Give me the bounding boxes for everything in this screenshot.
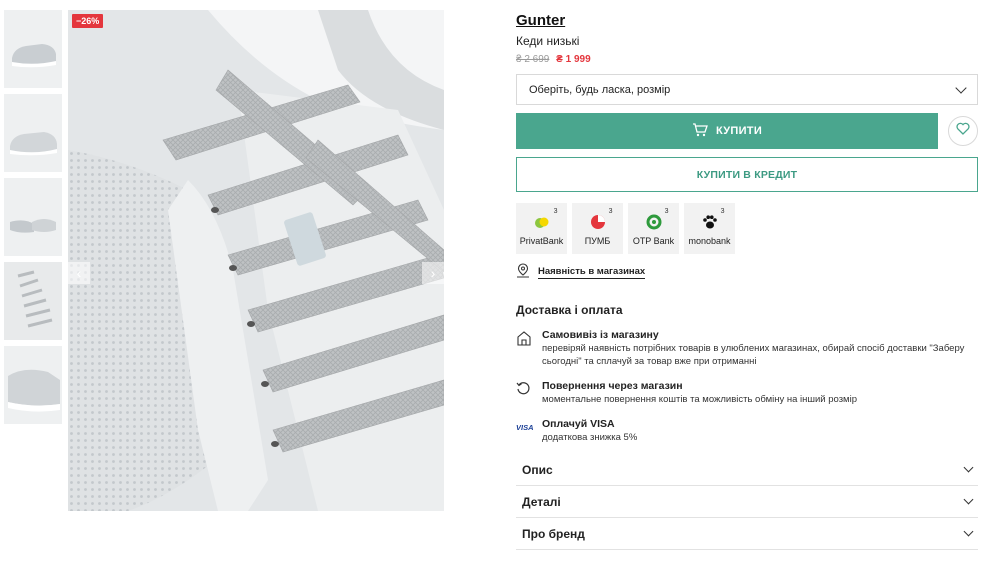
monobank-paw-icon: 3: [702, 208, 725, 232]
accordion-description[interactable]: Опис: [516, 454, 978, 486]
accordion-label: Про бренд: [522, 526, 585, 541]
chevron-down-icon: [963, 494, 974, 505]
privatbank-logo-icon: 3: [533, 208, 558, 232]
previous-image-arrow-icon[interactable]: ‹: [68, 262, 90, 284]
thumbnail-1[interactable]: [4, 10, 62, 88]
installments-count: 3: [664, 207, 669, 215]
bank-installments: 3 PrivatBank 3 ПУМБ 3 OTP Bank 3 monoban…: [516, 203, 978, 254]
sale-price: ₴ 1 999: [556, 54, 591, 65]
accordion-about-brand[interactable]: Про бренд: [516, 518, 978, 550]
accordion-label: Опис: [522, 462, 553, 477]
product-type: Кеди низькі: [516, 34, 580, 48]
buy-button[interactable]: КУПИТИ: [516, 113, 938, 149]
delivery-title: Доставка і оплата: [516, 303, 623, 317]
bank-name: OTP Bank: [632, 235, 675, 246]
delivery-item-return: Повернення через магазин моментальне пов…: [516, 380, 978, 406]
thumbnail-4[interactable]: [4, 262, 62, 340]
accordion-details[interactable]: Деталі: [516, 486, 978, 518]
delivery-item-pickup: Самовивіз із магазину перевіряй наявніст…: [516, 329, 978, 368]
location-pin-icon: [516, 263, 530, 281]
size-select[interactable]: Оберіть, будь ласка, розмір: [516, 74, 978, 105]
pumb-logo-icon: 3: [590, 208, 613, 232]
main-product-image: −26% ‹ ›: [68, 10, 444, 511]
return-icon: [516, 380, 542, 406]
next-image-arrow-icon[interactable]: ›: [422, 262, 444, 284]
product-info: Gunter Кеди низькі ₴ 2 699 ₴ 1 999 Обері…: [516, 10, 978, 550]
details-accordion: Опис Деталі Про бренд: [516, 454, 978, 550]
sneaker-closeup-illustration: [68, 10, 444, 511]
delivery-item-title: Оплачуй VISA: [542, 418, 615, 430]
store-icon: [516, 329, 542, 368]
brand-link[interactable]: Gunter: [516, 12, 565, 29]
delivery-item-title: Повернення через магазин: [542, 380, 683, 392]
chevron-down-icon: [955, 81, 967, 94]
bank-name: monobank: [688, 235, 731, 246]
wishlist-button[interactable]: [948, 116, 978, 146]
bank-name: ПУМБ: [584, 235, 611, 246]
delivery-item-text: додаткова знижка 5%: [542, 432, 638, 443]
thumbnail-5[interactable]: [4, 346, 62, 424]
bank-monobank[interactable]: 3 monobank: [684, 203, 735, 254]
discount-badge: −26%: [72, 14, 104, 28]
cart-icon: [692, 122, 708, 140]
accordion-label: Деталі: [522, 494, 561, 509]
delivery-item-text: перевіряй наявність потрібних товарів в …: [542, 343, 965, 367]
bank-name: PrivatBank: [519, 235, 564, 246]
chevron-down-icon: [963, 462, 974, 473]
buy-row: КУПИТИ: [516, 113, 978, 149]
delivery-item-visa: VISA Оплачуй VISA додаткова знижка 5%: [516, 418, 978, 444]
store-availability-link[interactable]: Наявність в магазинах: [538, 266, 646, 279]
size-select-placeholder: Оберіть, будь ласка, розмір: [529, 83, 671, 96]
svg-text:VISA: VISA: [516, 423, 534, 432]
installments-count: 3: [608, 207, 613, 215]
buy-on-credit-button[interactable]: КУПИТИ В КРЕДИТ: [516, 157, 978, 192]
delivery-item-title: Самовивіз із магазину: [542, 329, 659, 341]
delivery-item-text: моментальне повернення коштів та можливі…: [542, 394, 857, 405]
bank-pumb[interactable]: 3 ПУМБ: [572, 203, 623, 254]
bank-otp[interactable]: 3 OTP Bank: [628, 203, 679, 254]
thumbnail-2[interactable]: [4, 94, 62, 172]
buy-button-label: КУПИТИ: [715, 125, 763, 137]
store-availability: Наявність в магазинах: [516, 263, 978, 281]
thumbnail-3[interactable]: [4, 178, 62, 256]
heart-icon: [956, 122, 970, 140]
old-price: ₴ 2 699: [516, 54, 550, 65]
bank-privatbank[interactable]: 3 PrivatBank: [516, 203, 567, 254]
price-block: ₴ 2 699 ₴ 1 999: [516, 54, 978, 65]
installments-count: 3: [553, 207, 558, 215]
visa-icon: VISA: [516, 418, 542, 444]
thumbnail-list: [4, 10, 62, 430]
otp-logo-icon: 3: [646, 208, 669, 232]
chevron-down-icon: [963, 526, 974, 537]
installments-count: 3: [720, 207, 725, 215]
